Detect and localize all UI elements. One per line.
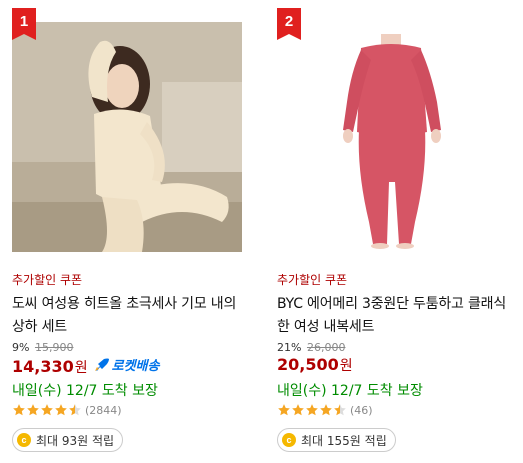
delivery-guarantee: 내일(수) 12/7 도착 보장 — [12, 383, 158, 399]
rocket-icon — [94, 358, 109, 371]
coupon-flag: 추가할인 쿠폰 — [277, 273, 348, 287]
sale-price-row: 20,500 원 — [277, 355, 353, 375]
star-rating — [12, 403, 82, 417]
sale-price-row: 14,330 원 로켓배송 — [12, 355, 159, 377]
star-icon — [278, 404, 290, 416]
star-icon — [55, 404, 67, 416]
reward-text: 최대 155원 적립 — [301, 433, 387, 448]
star-icon — [27, 404, 39, 416]
discount-rate: 9% — [12, 341, 30, 354]
rank-badge: 1 — [12, 8, 36, 40]
product-card[interactable]: 1 추가할인 쿠폰 도씨 여성용 히트올 초극세사 기모 내의 상하 세트 9%… — [12, 0, 252, 463]
woman-pink-thermal-set-photo-icon — [277, 22, 507, 252]
star-icon — [292, 404, 304, 416]
original-price: 26,000 — [306, 341, 346, 354]
original-price-row: 9% 15,900 — [12, 341, 73, 354]
coin-icon: c — [282, 433, 296, 447]
product-title[interactable]: BYC 에어메리 3중원단 두툼하고 클래식한 여성 내복세트 — [277, 293, 511, 339]
rocket-delivery-badge: 로켓배송 — [94, 355, 160, 374]
star-icon — [13, 404, 25, 416]
rocket-label: 로켓배송 — [111, 359, 160, 374]
star-icon — [306, 404, 318, 416]
discount-rate: 21% — [277, 341, 302, 354]
currency-unit: 원 — [339, 358, 353, 374]
original-price: 15,900 — [34, 341, 74, 354]
currency-unit: 원 — [74, 359, 88, 376]
coin-icon: c — [17, 433, 31, 447]
product-title[interactable]: 도씨 여성용 히트올 초극세사 기모 내의 상하 세트 — [12, 293, 246, 339]
review-count: (2844) — [85, 403, 122, 417]
rating-row: (46) — [277, 403, 373, 417]
coupon-flag: 추가할인 쿠폰 — [12, 273, 83, 287]
review-count: (46) — [350, 403, 373, 417]
rank-badge: 2 — [277, 8, 301, 40]
product-image[interactable] — [277, 22, 507, 252]
delivery-guarantee: 내일(수) 12/7 도착 보장 — [277, 383, 423, 399]
reward-badge: c 최대 155원 적립 — [277, 428, 396, 452]
woman-beige-thermal-set-photo-icon — [12, 22, 242, 252]
star-rating — [277, 403, 347, 417]
original-price-row: 21% 26,000 — [277, 341, 345, 354]
star-half-icon — [334, 404, 346, 416]
star-icon — [320, 404, 332, 416]
reward-text: 최대 93원 적립 — [36, 433, 115, 448]
product-card[interactable]: 2 추가할인 쿠폰 BYC 에어메리 3중원단 두툼하고 클래식한 여성 내복세… — [277, 0, 517, 463]
rating-row: (2844) — [12, 403, 122, 417]
sale-price: 14,330 — [12, 356, 74, 376]
reward-badge: c 최대 93원 적립 — [12, 428, 124, 452]
sale-price: 20,500 — [277, 355, 339, 374]
star-half-icon — [69, 404, 81, 416]
product-image[interactable] — [12, 22, 242, 252]
product-grid: 1 추가할인 쿠폰 도씨 여성용 히트올 초극세사 기모 내의 상하 세트 9%… — [0, 0, 523, 463]
star-icon — [41, 404, 53, 416]
